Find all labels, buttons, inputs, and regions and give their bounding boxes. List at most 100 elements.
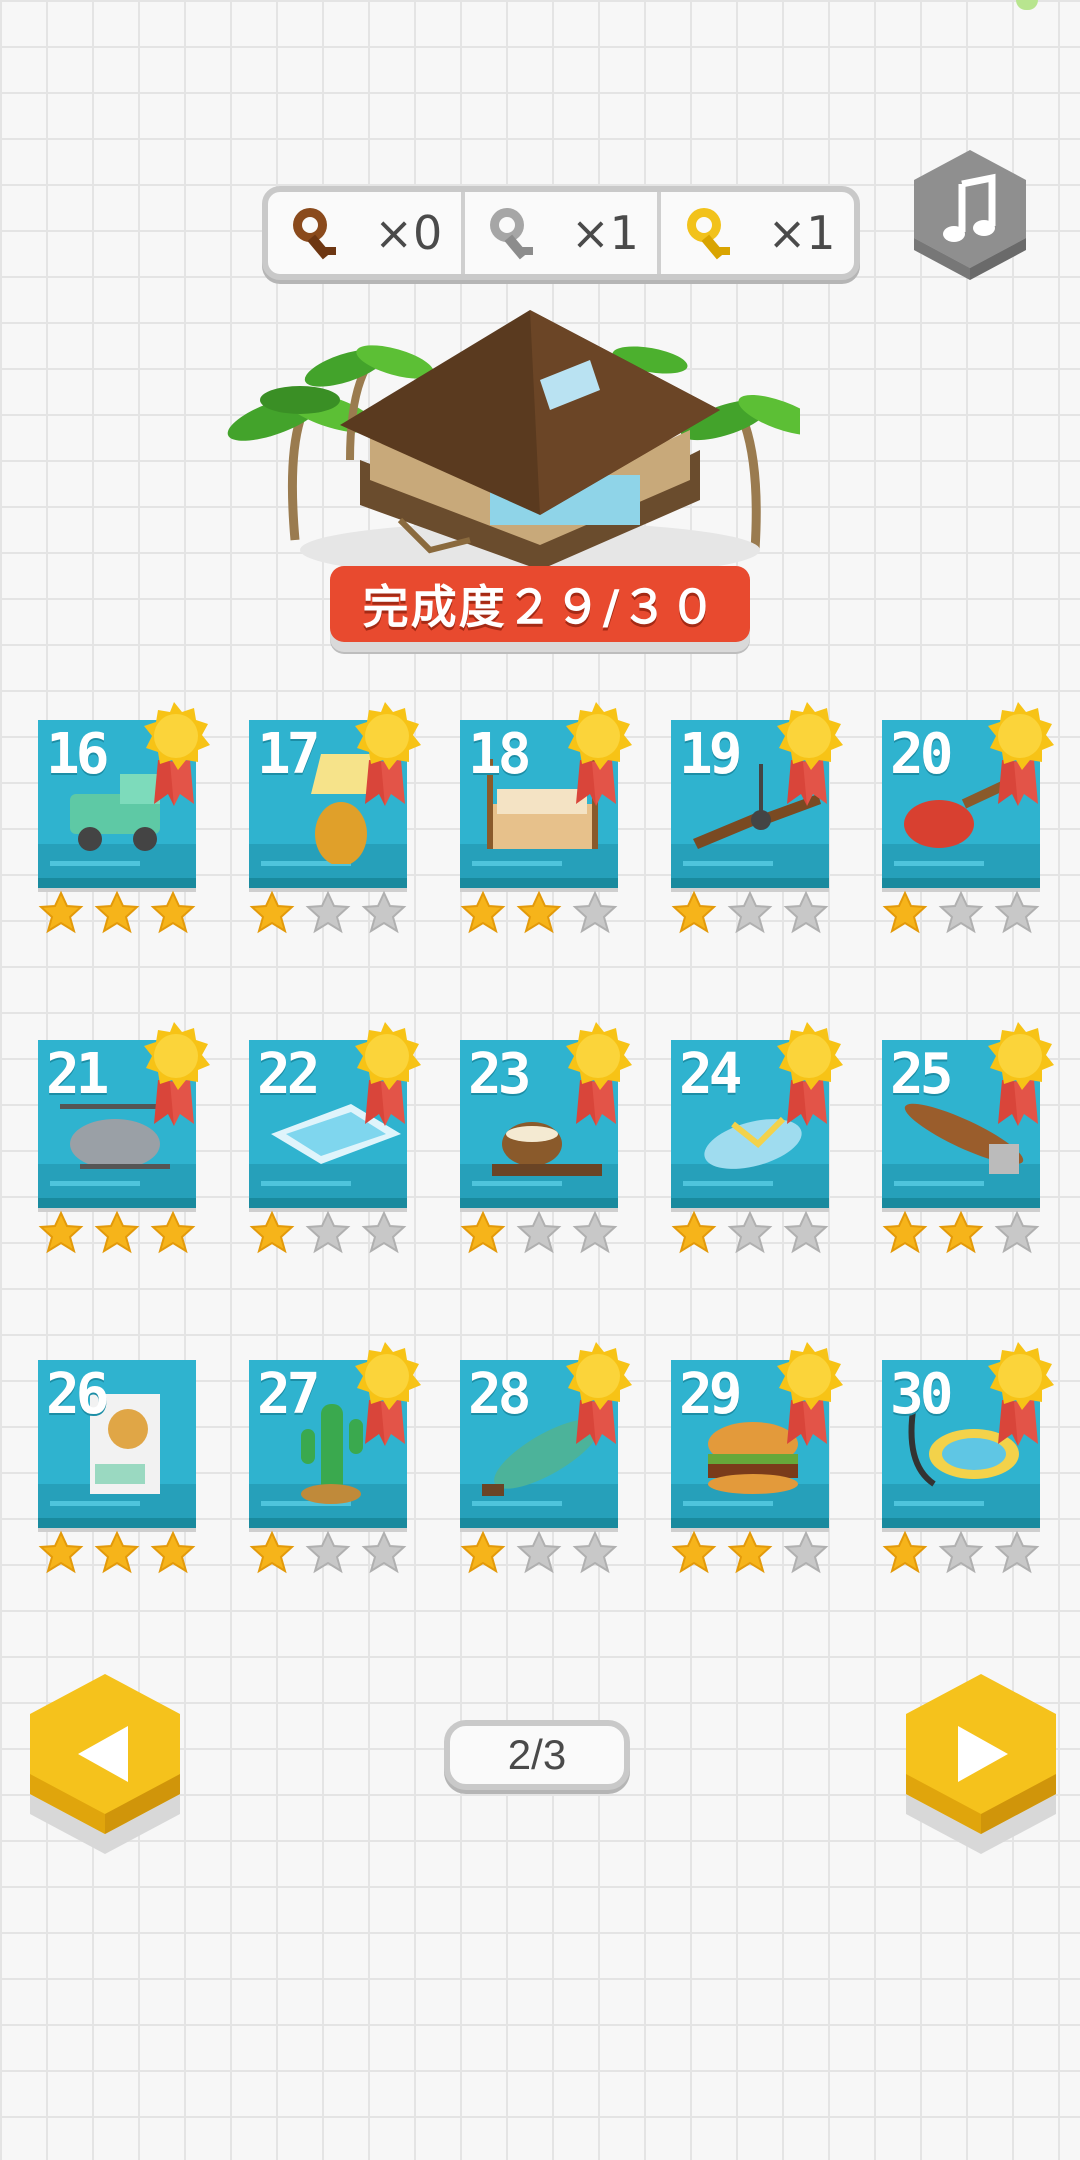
- page-indicator: 2/3: [444, 1720, 630, 1790]
- level-23-button[interactable]: 23: [452, 1020, 632, 1254]
- medal-icon: [988, 702, 1054, 806]
- level-number: 28: [468, 1362, 531, 1427]
- star-empty-icon: [572, 890, 618, 934]
- star-filled-icon: [38, 1210, 84, 1254]
- status-indicator: [1016, 0, 1038, 10]
- star-filled-icon: [460, 890, 506, 934]
- gold-key-counter: ×1: [661, 192, 854, 274]
- completion-plate: 完成度２９/３０: [330, 566, 750, 642]
- star-empty-icon: [305, 890, 351, 934]
- gold-key-count: ×1: [767, 206, 836, 260]
- medal-icon: [144, 702, 210, 806]
- level-18-button[interactable]: 18: [452, 700, 632, 934]
- level-stars: [38, 1210, 208, 1256]
- level-number: 18: [468, 722, 531, 787]
- level-stars: [882, 1210, 1052, 1256]
- star-empty-icon: [572, 1210, 618, 1254]
- medal-icon: [355, 1342, 421, 1446]
- medal-icon: [566, 1022, 632, 1126]
- star-filled-icon: [882, 1530, 928, 1574]
- star-filled-icon: [94, 890, 140, 934]
- star-filled-icon: [38, 1530, 84, 1574]
- level-30-button[interactable]: 30: [874, 1340, 1054, 1574]
- star-filled-icon: [938, 1210, 984, 1254]
- level-stars: [249, 1530, 419, 1576]
- level-stars: [671, 890, 841, 936]
- star-filled-icon: [249, 1530, 295, 1574]
- star-filled-icon: [150, 890, 196, 934]
- level-number: 30: [890, 1362, 953, 1427]
- star-filled-icon: [882, 890, 928, 934]
- medal-icon: [144, 1022, 210, 1126]
- star-empty-icon: [516, 1530, 562, 1574]
- star-filled-icon: [249, 1210, 295, 1254]
- level-20-button[interactable]: 20: [874, 700, 1054, 934]
- level-17-button[interactable]: 17: [241, 700, 421, 934]
- level-number: 17: [257, 722, 320, 787]
- star-filled-icon: [150, 1530, 196, 1574]
- silver-key-counter: ×1: [465, 192, 662, 274]
- completion-banner: 完成度２９/３０: [330, 566, 750, 654]
- star-empty-icon: [305, 1210, 351, 1254]
- bronze-key-count: ×0: [374, 206, 443, 260]
- level-26-button[interactable]: 26: [30, 1340, 200, 1574]
- music-toggle-button[interactable]: [906, 150, 1034, 300]
- level-stars: [671, 1530, 841, 1576]
- level-29-button[interactable]: 29: [663, 1340, 843, 1574]
- star-filled-icon: [460, 1530, 506, 1574]
- level-number: 29: [679, 1362, 742, 1427]
- level-stars: [671, 1210, 841, 1256]
- level-stars: [460, 890, 630, 936]
- bronze-key-counter: ×0: [268, 192, 465, 274]
- level-number: 19: [679, 722, 742, 787]
- level-19-button[interactable]: 19: [663, 700, 843, 934]
- level-27-button[interactable]: 27: [241, 1340, 421, 1574]
- medal-icon: [566, 1342, 632, 1446]
- star-empty-icon: [994, 1210, 1040, 1254]
- medal-icon: [566, 702, 632, 806]
- level-stars: [249, 1210, 419, 1256]
- level-21-button[interactable]: 21: [30, 1020, 210, 1254]
- next-page-button[interactable]: [896, 1664, 1066, 1864]
- level-number: 16: [46, 722, 109, 787]
- level-number: 25: [890, 1042, 953, 1107]
- star-filled-icon: [150, 1210, 196, 1254]
- star-empty-icon: [727, 890, 773, 934]
- star-empty-icon: [516, 1210, 562, 1254]
- level-stars: [460, 1210, 630, 1256]
- star-filled-icon: [94, 1210, 140, 1254]
- level-16-button[interactable]: 16: [30, 700, 210, 934]
- level-number: 24: [679, 1042, 742, 1107]
- level-stars: [882, 890, 1052, 936]
- completion-text: 完成度２９/３０: [362, 580, 718, 634]
- star-filled-icon: [94, 1530, 140, 1574]
- star-filled-icon: [882, 1210, 928, 1254]
- level-stars: [882, 1530, 1052, 1576]
- key-counter-bar: ×0 ×1 ×1: [262, 186, 860, 280]
- star-empty-icon: [783, 890, 829, 934]
- medal-icon: [355, 1022, 421, 1126]
- star-empty-icon: [938, 1530, 984, 1574]
- star-empty-icon: [361, 890, 407, 934]
- medal-icon: [355, 702, 421, 806]
- star-empty-icon: [783, 1210, 829, 1254]
- prev-page-button[interactable]: [20, 1664, 190, 1864]
- level-24-button[interactable]: 24: [663, 1020, 843, 1254]
- level-number: 26: [46, 1362, 109, 1427]
- star-filled-icon: [460, 1210, 506, 1254]
- level-22-button[interactable]: 22: [241, 1020, 421, 1254]
- star-filled-icon: [671, 1530, 717, 1574]
- medal-icon: [988, 1342, 1054, 1446]
- star-filled-icon: [671, 890, 717, 934]
- gold-key-icon: [686, 208, 730, 260]
- star-empty-icon: [938, 890, 984, 934]
- star-filled-icon: [38, 890, 84, 934]
- star-empty-icon: [994, 1530, 1040, 1574]
- level-28-button[interactable]: 28: [452, 1340, 632, 1574]
- level-number: 21: [46, 1042, 109, 1107]
- level-25-button[interactable]: 25: [874, 1020, 1054, 1254]
- star-filled-icon: [516, 890, 562, 934]
- level-number: 27: [257, 1362, 320, 1427]
- level-stars: [38, 890, 208, 936]
- level-stars: [460, 1530, 630, 1576]
